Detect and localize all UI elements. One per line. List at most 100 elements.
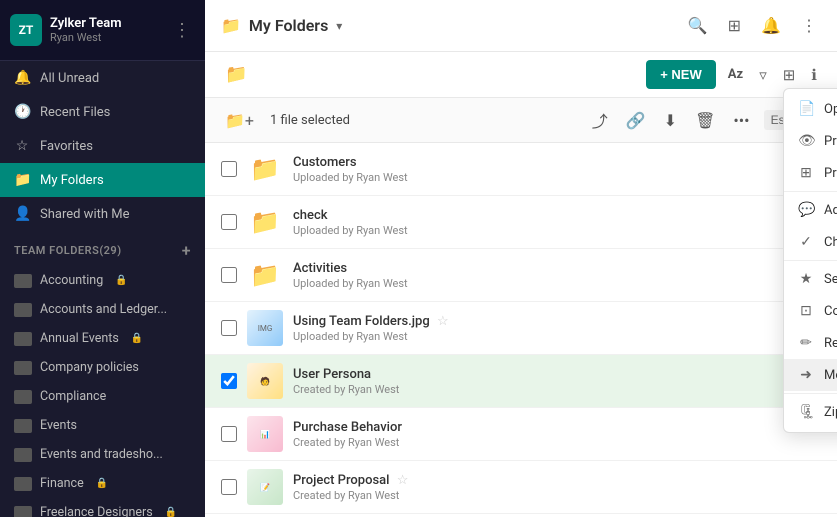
- file-sub: Uploaded by Ryan West: [293, 224, 821, 237]
- sidebar-item-label: Shared with Me: [40, 207, 130, 222]
- star-icon[interactable]: ☆: [437, 314, 449, 329]
- properties-icon: ⊞: [798, 165, 814, 181]
- clock-icon: 🕐: [14, 104, 30, 120]
- file-checkbox[interactable]: [221, 426, 237, 442]
- toolbar: 📁 + NEW Az ▿ ⊞ ℹ: [205, 52, 837, 98]
- file-row[interactable]: 📝 Project Proposal ☆ Created by Ryan Wes…: [205, 461, 837, 514]
- file-list: 📁 Customers Uploaded by Ryan West 📁 chec…: [205, 143, 837, 517]
- add-folder-sel-icon[interactable]: 📁+: [221, 107, 258, 134]
- team-folder-accounting[interactable]: Accounting 🔒: [0, 266, 205, 295]
- file-thumbnail: 🧑: [247, 363, 283, 399]
- sort-az-icon[interactable]: Az: [724, 63, 747, 86]
- sidebar-header: ZT Zylker Team Ryan West ⋮: [0, 0, 205, 61]
- divider: [784, 260, 837, 261]
- context-menu: 📄 Open 👁 Preview ⊞ Properties 💬 Add Comm…: [783, 88, 837, 433]
- sidebar-item-favorites[interactable]: ☆ Favorites: [0, 129, 205, 163]
- move-icon[interactable]: ⤴: [588, 104, 612, 136]
- grid-icon[interactable]: ⊞: [724, 12, 745, 39]
- ctx-open[interactable]: 📄 Open: [784, 93, 837, 125]
- chevron-down-icon[interactable]: ▾: [336, 19, 342, 33]
- ctx-check-out[interactable]: ✓ Check Out...: [784, 226, 837, 258]
- ctx-label: Rename: [824, 336, 837, 351]
- sidebar-item-label: My Folders: [40, 173, 104, 188]
- file-thumbnail: 📁: [247, 204, 283, 240]
- bell-header-icon[interactable]: 🔔: [757, 12, 785, 39]
- new-button[interactable]: + NEW: [646, 60, 716, 89]
- folder-add-icon[interactable]: 📁: [221, 60, 251, 89]
- folder-title-area: 📁 My Folders ▾: [221, 16, 342, 35]
- star-icon[interactable]: ☆: [397, 473, 409, 488]
- file-checkbox[interactable]: [221, 320, 237, 336]
- file-row[interactable]: 🧑 User Persona Created by Ryan West: [205, 355, 837, 408]
- team-folder-events-tradeshows[interactable]: Events and tradesho...: [0, 440, 205, 469]
- file-thumbnail: 📁: [247, 151, 283, 187]
- divider: [784, 191, 837, 192]
- download-icon[interactable]: ⬇: [660, 107, 681, 134]
- ctx-preview[interactable]: 👁 Preview: [784, 125, 837, 157]
- team-folder-annual-events[interactable]: Annual Events 🔒: [0, 324, 205, 353]
- rename-icon: ✏: [798, 335, 814, 351]
- file-info: Customers Uploaded by Ryan West: [293, 155, 821, 184]
- team-folder-label: Accounts and Ledger...: [40, 302, 167, 317]
- team-folder-finance[interactable]: Finance 🔒: [0, 469, 205, 498]
- sidebar-item-label: All Unread: [40, 71, 99, 86]
- file-name: check: [293, 208, 821, 223]
- folder-small-icon: [14, 274, 32, 288]
- file-row[interactable]: 📁 Activities Uploaded by Ryan West: [205, 249, 837, 302]
- folder-small-icon: [14, 506, 32, 517]
- file-row[interactable]: IMG Using Team Folders.jpg ☆ Uploaded by…: [205, 302, 837, 355]
- file-checkbox[interactable]: [221, 267, 237, 283]
- filter-icon[interactable]: ▿: [755, 62, 771, 88]
- file-row[interactable]: 📊 Purchase Behavior Created by Ryan West: [205, 408, 837, 461]
- team-folder-freelance-designers[interactable]: Freelance Designers 🔒: [0, 498, 205, 517]
- file-checkbox[interactable]: [221, 161, 237, 177]
- sidebar: ZT Zylker Team Ryan West ⋮ 🔔 All Unread …: [0, 0, 205, 517]
- team-folder-compliance[interactable]: Compliance: [0, 382, 205, 411]
- checkout-icon: ✓: [798, 234, 814, 250]
- file-checkbox[interactable]: [221, 214, 237, 230]
- team-folder-label: Accounting: [40, 273, 103, 288]
- ctx-move-to[interactable]: ➜ Move To...: [784, 359, 837, 391]
- sidebar-item-all-unread[interactable]: 🔔 All Unread: [0, 61, 205, 95]
- team-folder-label: Compliance: [40, 389, 106, 404]
- ctx-properties[interactable]: ⊞ Properties: [784, 157, 837, 189]
- ctx-rename[interactable]: ✏ Rename: [784, 327, 837, 359]
- file-sub: Uploaded by Ryan West: [293, 171, 821, 184]
- team-folder-events[interactable]: Events: [0, 411, 205, 440]
- ctx-set-favorite[interactable]: ★ Set as Favorite: [784, 263, 837, 295]
- link-icon[interactable]: 🔗: [622, 107, 650, 134]
- sidebar-item-shared-with-me[interactable]: 👤 Shared with Me: [0, 197, 205, 231]
- team-folders-label: TEAM FOLDERS(29): [14, 244, 122, 257]
- file-row[interactable]: 📁 Customers Uploaded by Ryan West: [205, 143, 837, 196]
- avatar: ZT: [10, 14, 42, 46]
- main-content: 📁 My Folders ▾ 🔍 ⊞ 🔔 ⋮ 📁 + NEW Az ▿ ⊞ ℹ …: [205, 0, 837, 517]
- team-folder-company-policies[interactable]: Company policies: [0, 353, 205, 382]
- open-icon: 📄: [798, 101, 814, 117]
- sidebar-item-my-folders[interactable]: 📁 My Folders: [0, 163, 205, 197]
- ctx-copy-to[interactable]: ⊡ Copy To...: [784, 295, 837, 327]
- file-thumbnail: 📁: [247, 257, 283, 293]
- view-toggle-icon[interactable]: ⊞: [779, 62, 800, 88]
- preview-icon: 👁: [798, 133, 814, 149]
- copy-icon: ⊡: [798, 303, 814, 319]
- sidebar-more-icon[interactable]: ⋮: [169, 16, 195, 45]
- folder-small-icon: [14, 419, 32, 433]
- info-icon[interactable]: ℹ: [807, 62, 821, 88]
- file-info: Activities Uploaded by Ryan West: [293, 261, 821, 290]
- delete-icon[interactable]: 🗑: [691, 107, 719, 134]
- team-folder-label: Events and tradesho...: [40, 447, 163, 462]
- team-folder-accounts-ledger[interactable]: Accounts and Ledger...: [0, 295, 205, 324]
- search-icon[interactable]: 🔍: [684, 12, 712, 39]
- lock-icon: 🔒: [115, 275, 127, 286]
- add-team-folder-icon[interactable]: +: [182, 241, 191, 260]
- file-checkbox[interactable]: [221, 479, 237, 495]
- more-sel-icon[interactable]: •••: [729, 107, 753, 134]
- ctx-add-comment[interactable]: 💬 Add Comment...: [784, 194, 837, 226]
- file-checkbox[interactable]: [221, 373, 237, 389]
- file-row[interactable]: 📁 check Uploaded by Ryan West: [205, 196, 837, 249]
- team-folder-label: Company policies: [40, 360, 139, 375]
- ctx-zip[interactable]: 🗜 Zip: [784, 396, 837, 428]
- ctx-label: Zip: [824, 405, 837, 420]
- more-options-icon[interactable]: ⋮: [797, 12, 821, 39]
- sidebar-item-recent-files[interactable]: 🕐 Recent Files: [0, 95, 205, 129]
